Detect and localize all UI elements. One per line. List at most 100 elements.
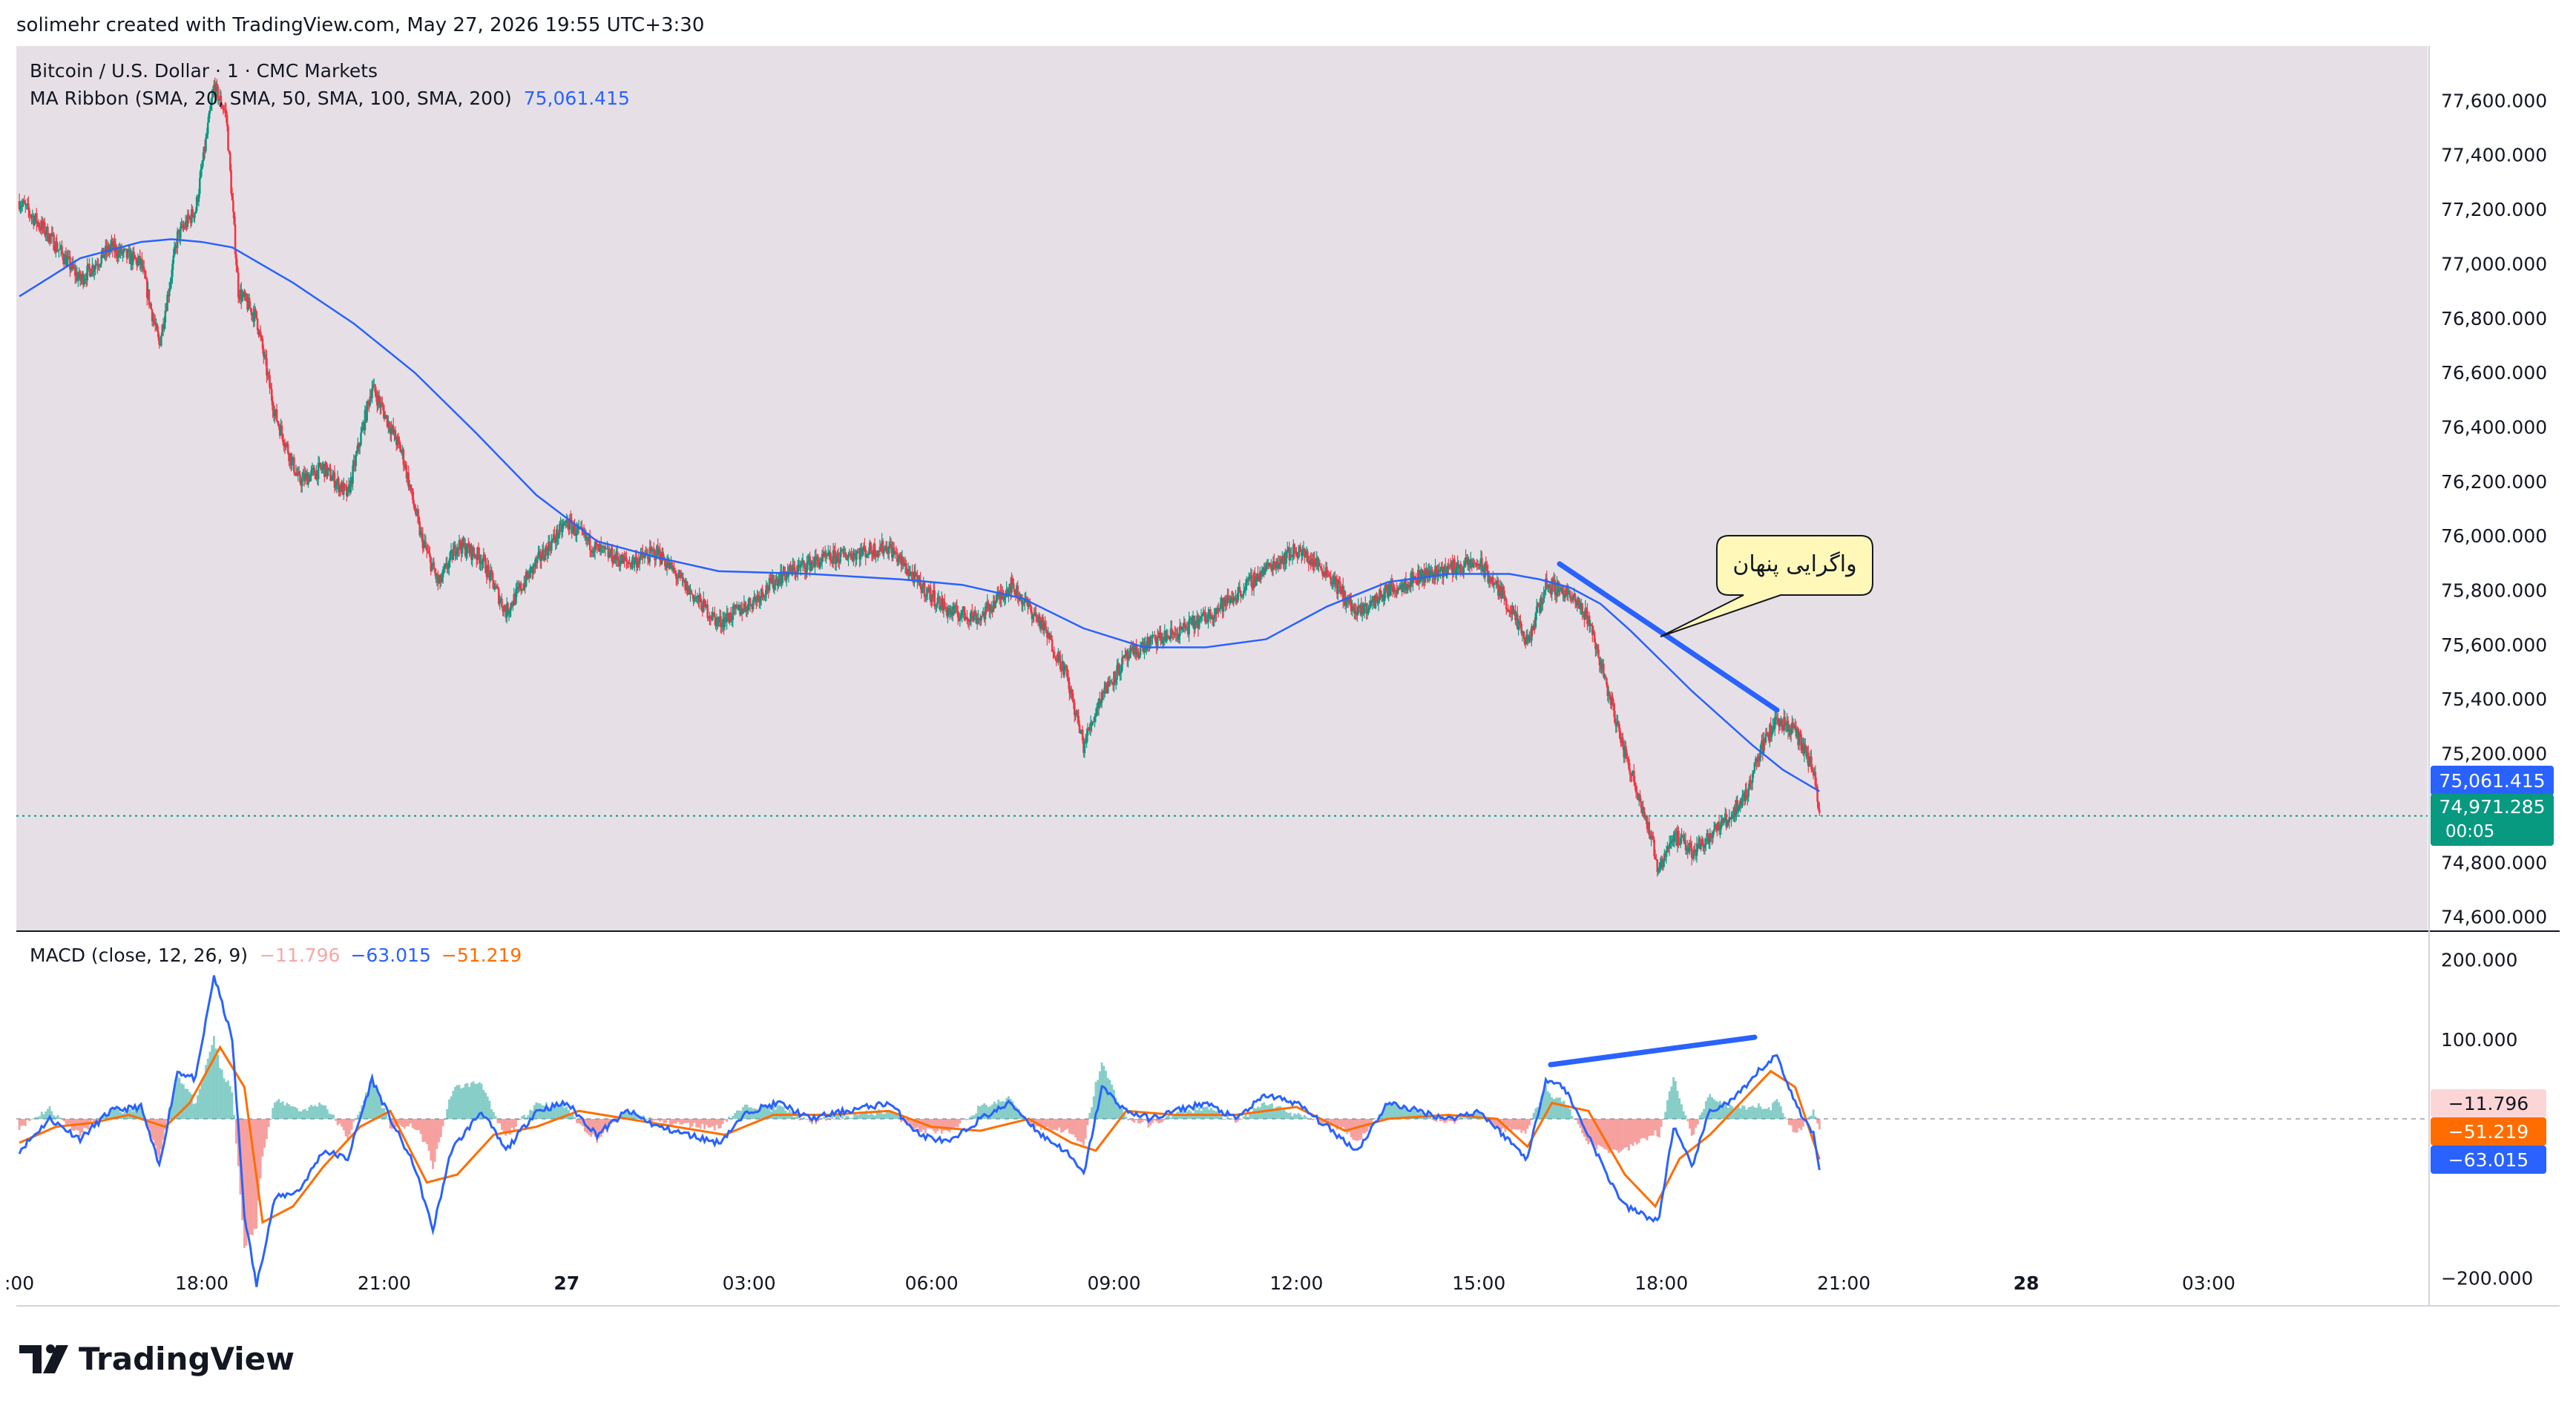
histogram-bar (654, 1119, 657, 1120)
histogram-bar (411, 1119, 414, 1129)
histogram-bar (1042, 1119, 1045, 1126)
histogram-bar (1076, 1119, 1079, 1141)
histogram-bar (782, 1107, 785, 1119)
histogram-bar (1557, 1097, 1560, 1119)
histogram-bar (776, 1106, 779, 1119)
histogram-bar (681, 1119, 683, 1125)
histogram-bar (947, 1119, 949, 1131)
chart-canvas[interactable]: solimehr created with TradingView.com, M… (0, 0, 2576, 1406)
histogram-bar (292, 1106, 295, 1119)
histogram-bar (890, 1112, 893, 1119)
symbol-legend[interactable]: Bitcoin / U.S. Dollar · 1 · CMC Markets (30, 60, 378, 82)
histogram-bar (1794, 1119, 1796, 1133)
candle-body (1453, 559, 1456, 568)
histogram-bar (924, 1119, 927, 1134)
histogram-bar (342, 1119, 345, 1131)
histogram-bar (1106, 1077, 1109, 1119)
histogram-bar (381, 1108, 384, 1119)
histogram-bar (1532, 1112, 1535, 1119)
histogram-bar (1463, 1117, 1466, 1119)
candle-body (1368, 608, 1371, 611)
histogram-bar (405, 1119, 408, 1127)
candle-body (840, 549, 843, 552)
histogram-bar (673, 1119, 676, 1124)
histogram-bar (1636, 1119, 1638, 1145)
histogram-bar (289, 1106, 292, 1119)
histogram-bar (1327, 1119, 1330, 1122)
histogram-bar (1790, 1119, 1793, 1126)
histogram-bar (541, 1105, 544, 1119)
macd-tick-label: −200.000 (2441, 1267, 2533, 1289)
histogram-bar (410, 1119, 412, 1124)
histogram-bar (1773, 1100, 1776, 1119)
histogram-bar (847, 1116, 850, 1119)
histogram-bar (590, 1119, 592, 1137)
histogram-bar (1565, 1106, 1568, 1119)
candle-body (191, 208, 194, 217)
histogram-bar (674, 1119, 677, 1124)
histogram-bar (444, 1119, 447, 1120)
candle-body (1678, 830, 1680, 845)
histogram-bar (326, 1109, 329, 1119)
histogram-bar (233, 1114, 236, 1119)
histogram-bar (1621, 1119, 1624, 1150)
tradingview-logo[interactable]: TradingView (19, 1341, 295, 1377)
histogram-bar (424, 1119, 426, 1142)
macd-legend-macd: −63.015 (350, 945, 430, 966)
histogram-bar (1157, 1119, 1160, 1124)
histogram-bar (1103, 1065, 1105, 1119)
histogram-bar (1295, 1114, 1298, 1119)
candle-body (1673, 833, 1676, 842)
histogram-bar (61, 1119, 63, 1120)
candle-body (1548, 584, 1551, 588)
histogram-bar (32, 1118, 35, 1120)
histogram-bar (827, 1119, 829, 1120)
histogram-bar (1522, 1119, 1525, 1131)
histogram-bar (1551, 1097, 1554, 1119)
histogram-bar (1086, 1119, 1089, 1126)
candle-body (1059, 654, 1062, 669)
price-panel[interactable] (16, 46, 2428, 930)
macd-line-tag: −63.015 (2431, 1146, 2546, 1174)
histogram-bar (659, 1119, 661, 1122)
histogram-bar (219, 1068, 221, 1119)
candle-body (372, 384, 375, 389)
histogram-bar (1712, 1099, 1715, 1119)
histogram-bar (829, 1119, 832, 1120)
histogram-bar (243, 1119, 246, 1248)
price-tick-label: 75,800.000 (2441, 580, 2547, 602)
histogram-bar (510, 1119, 513, 1129)
histogram-bar (529, 1109, 532, 1119)
histogram-bar (1232, 1119, 1235, 1120)
histogram-bar (1358, 1119, 1361, 1140)
histogram-bar (1266, 1106, 1269, 1119)
histogram-bar (36, 1117, 39, 1119)
histogram-bar (1431, 1118, 1433, 1120)
histogram-bar (1161, 1119, 1164, 1123)
histogram-bar (184, 1088, 187, 1119)
ma-legend[interactable]: MA Ribbon (SMA, 20, SMA, 50, SMA, 100, S… (30, 88, 630, 109)
histogram-bar (488, 1100, 491, 1119)
histogram-bar (1108, 1080, 1111, 1119)
histogram-bar (220, 1069, 223, 1119)
histogram-bar (1816, 1119, 1818, 1124)
histogram-bar (715, 1119, 718, 1126)
histogram-bar (91, 1119, 93, 1121)
histogram-bar (843, 1119, 846, 1120)
histogram-bar (671, 1119, 674, 1126)
histogram-bar (1457, 1119, 1460, 1120)
histogram-bar (1514, 1119, 1517, 1130)
macd-legend[interactable]: MACD (close, 12, 26, 9) −11.796 −63.015 −51… (30, 945, 522, 966)
histogram-bar (1105, 1071, 1107, 1119)
histogram-bar (677, 1119, 680, 1123)
histogram-bar (967, 1118, 970, 1120)
candle-body (1363, 605, 1366, 614)
histogram-bar (1530, 1119, 1533, 1120)
candle-body (558, 524, 561, 536)
histogram-bar (24, 1119, 27, 1126)
price-tick-label: 75,200.000 (2441, 743, 2547, 765)
candle-body (150, 303, 152, 309)
candle-body (1139, 647, 1142, 656)
histogram-bar (352, 1119, 355, 1122)
histogram-bar (1313, 1119, 1316, 1120)
